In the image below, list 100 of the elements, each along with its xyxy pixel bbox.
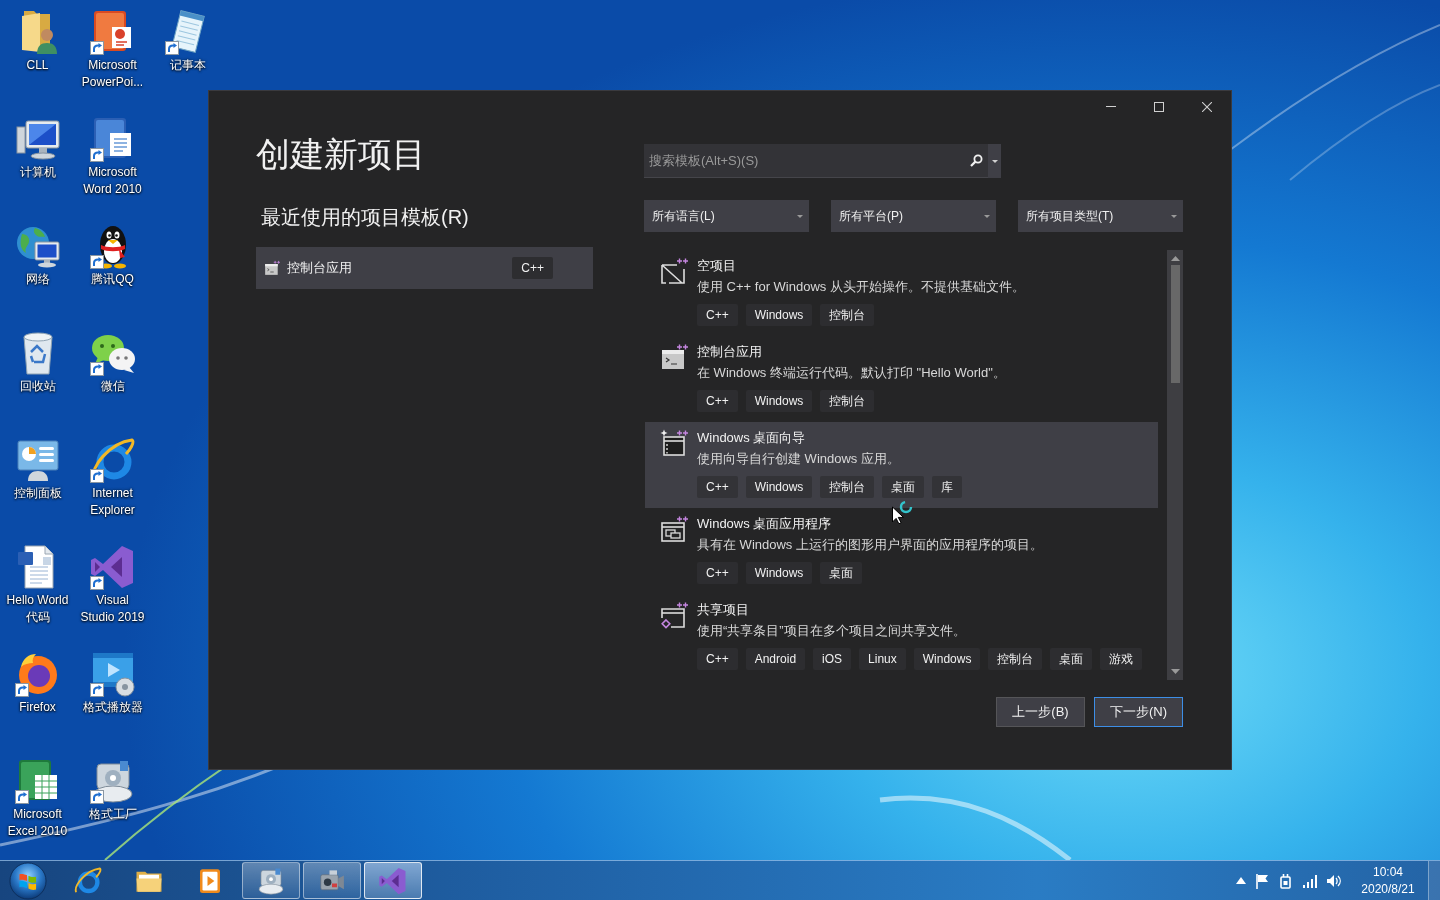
back-button[interactable]: 上一步(B): [996, 697, 1085, 727]
signal-bars-icon[interactable]: [1302, 872, 1318, 889]
template-tag: 游戏: [1100, 648, 1143, 670]
caret-icon: [991, 159, 998, 163]
desktop-window-icon: [660, 515, 688, 543]
clock-time[interactable]: 10:04: [1373, 863, 1403, 881]
desktop-icon-label: 记事本: [169, 57, 206, 74]
desktop-shortcut[interactable]: 回收站: [0, 327, 75, 434]
language-tag: C++: [512, 257, 553, 279]
template-name: 控制台应用: [697, 343, 762, 361]
next-button[interactable]: 下一步(N): [1094, 697, 1183, 727]
busy-cursor-icon: [891, 500, 913, 524]
maximize-icon: [1154, 101, 1164, 112]
template-list-item[interactable]: 空项目 使用 C++ for Windows 从头开始操作。不提供基础文件。 C++ Windows 控制台: [645, 250, 1158, 336]
dialog-title: 创建新项目: [256, 134, 427, 175]
template-tag: 控制台: [820, 476, 875, 498]
template-name: 空项目: [697, 257, 736, 275]
filter-dropdown[interactable]: 所有语言(L): [644, 200, 809, 232]
desktop-shortcut[interactable]: 格式工厂: [75, 755, 150, 860]
template-name: 控制台应用: [287, 259, 352, 277]
filter-dropdown[interactable]: 所有平台(P): [831, 200, 996, 232]
desktop-icon-label: Microsoft PowerPoi...: [81, 57, 144, 91]
desktop-shortcut[interactable]: CLL: [0, 6, 75, 113]
desktop-icon-label: 腾讯QQ: [91, 271, 134, 288]
template-list-item[interactable]: Windows 桌面向导 使用向导自行创建 Windows 应用。 C++ Windows 控制台 桌面 库: [645, 422, 1158, 508]
template-name: 共享项目: [697, 601, 749, 619]
template-tag: Windows: [745, 390, 813, 412]
desktop-icon-label: Hello World 代码: [6, 592, 69, 626]
desktop-icon-label: 控制面板: [13, 485, 62, 502]
desktop-icon-label: 计算机: [19, 164, 56, 181]
template-tag: Windows: [913, 648, 981, 670]
desktop-icon-label: Visual Studio 2019: [80, 592, 145, 626]
desktop-shortcut[interactable]: Hello World 代码: [0, 541, 75, 648]
template-tag: Windows: [745, 562, 813, 584]
desktop-shortcut[interactable]: Microsoft PowerPoi...: [75, 6, 150, 113]
scrollbar-thumb[interactable]: [1170, 265, 1180, 383]
desktop-shortcut[interactable]: 腾讯QQ: [75, 220, 150, 327]
desktop-icon-label: Firefox: [19, 699, 56, 716]
template-description: 具有在 Windows 上运行的图形用户界面的应用程序的项目。: [697, 536, 1043, 554]
desktop-shortcut[interactable]: 记事本: [150, 6, 225, 113]
desktop-shortcut[interactable]: Firefox: [0, 648, 75, 755]
desktop-shortcut[interactable]: 计算机: [0, 113, 75, 220]
filter-dropdown[interactable]: 所有项目类型(T): [1018, 200, 1183, 232]
sparkle-window-icon: [660, 429, 688, 457]
caret-icon: [1171, 214, 1177, 218]
template-name: Windows 桌面应用程序: [697, 515, 832, 533]
template-list-item[interactable]: Windows 桌面应用程序 具有在 Windows 上运行的图形用户界面的应用程序的项目。 C++ Windows 桌面: [645, 508, 1158, 594]
template-tag: 控制台: [820, 304, 875, 326]
desktop-icon-label: Microsoft Excel 2010: [7, 806, 68, 840]
desktop-icon-label: Internet Explorer: [90, 485, 135, 519]
recent-template-item[interactable]: 控制台应用 C++: [256, 247, 593, 289]
caret-icon: [984, 214, 990, 218]
start-orb-icon: [9, 861, 47, 900]
scroll-down-arrow-icon[interactable]: [1170, 669, 1180, 674]
close-icon: [1202, 101, 1212, 112]
template-description: 使用“共享条目”项目在多个项目之间共享文件。: [697, 622, 966, 640]
desktop-shortcut[interactable]: Microsoft Word 2010: [75, 113, 150, 220]
search-field[interactable]: 搜索模板(Alt+S)(S): [644, 144, 964, 178]
template-description: 在 Windows 终端运行代码。默认打印 "Hello World"。: [697, 364, 1006, 382]
template-tag: C++: [697, 390, 738, 412]
desktop-icon-label: 回收站: [19, 378, 56, 395]
template-tag: C++: [697, 304, 738, 326]
template-list-item[interactable]: 共享项目 使用“共享条目”项目在多个项目之间共享文件。 C++ Android iOS Linux Windows 控制台 桌面 游戏: [645, 594, 1158, 680]
blank-window-icon: [660, 257, 688, 285]
template-tag: 库: [932, 476, 963, 498]
globe-orbit-icon: [73, 865, 103, 896]
diamond-window-icon: [660, 601, 688, 629]
template-tag: Linux: [859, 648, 906, 670]
desktop-icon-label: 格式工厂: [88, 806, 137, 823]
taskbar-button[interactable]: [242, 862, 300, 899]
template-list-item[interactable]: 控制台应用 在 Windows 终端运行代码。默认打印 "Hello World"。 C++ Windows 控制台: [645, 336, 1158, 422]
desktop-shortcut[interactable]: 格式播放器: [75, 648, 150, 755]
desktop-icon-label: 微信: [100, 378, 125, 395]
desktop-shortcut[interactable]: Visual Studio 2019: [75, 541, 150, 648]
template-tag: Windows: [745, 304, 813, 326]
template-name: Windows 桌面向导: [697, 429, 806, 447]
search-button[interactable]: [964, 144, 988, 178]
desktop-shortcut[interactable]: Microsoft Excel 2010: [0, 755, 75, 860]
desktop-icon-label: 网络: [25, 271, 50, 288]
desktop-shortcut[interactable]: 网络: [0, 220, 75, 327]
taskbar-button[interactable]: [364, 862, 422, 899]
recent-templates-heading: 最近使用的项目模板(R): [260, 205, 470, 230]
desktop-icon-label: 格式播放器: [82, 699, 143, 716]
template-tag: 桌面: [1050, 648, 1093, 670]
desktop-shortcut[interactable]: 微信: [75, 327, 150, 434]
template-description: 使用 C++ for Windows 从头开始操作。不提供基础文件。: [697, 278, 1025, 296]
template-description: 使用向导自行创建 Windows 应用。: [697, 450, 900, 468]
flag-icon[interactable]: [1254, 872, 1270, 889]
show-hidden-icons-icon[interactable]: [1236, 877, 1246, 884]
plug-icon[interactable]: [1278, 872, 1294, 889]
scroll-up-arrow-icon[interactable]: [1170, 256, 1180, 261]
desktop-icon-label: Microsoft Word 2010: [83, 164, 142, 198]
template-tag: C++: [697, 562, 738, 584]
clock-date[interactable]: 2020/8/21: [1361, 880, 1415, 898]
console-window-icon: [660, 343, 688, 371]
minimize-icon: [1106, 106, 1116, 107]
desktop-shortcut[interactable]: 控制面板: [0, 434, 75, 541]
ribbon-logo-icon: [378, 865, 408, 896]
desktop-shortcut[interactable]: Internet Explorer: [75, 434, 150, 541]
scrollbar-track[interactable]: [1167, 250, 1183, 680]
